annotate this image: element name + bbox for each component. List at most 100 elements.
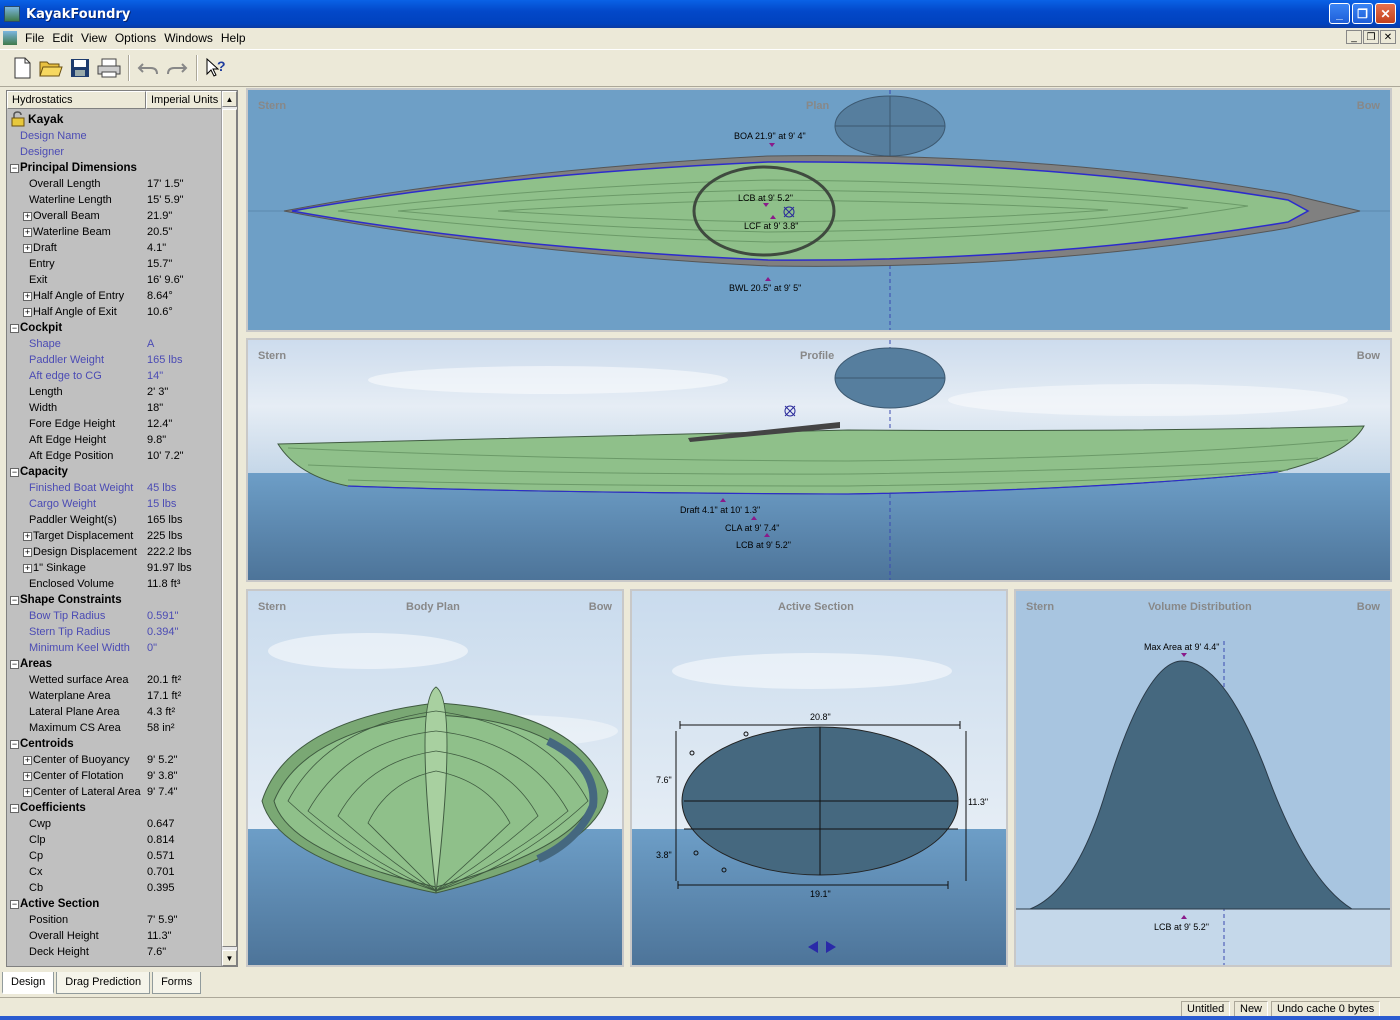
tree-root-label[interactable]: Kayak [28,111,63,127]
property-value[interactable]: 8.64° [147,288,173,304]
property-value[interactable]: A [147,336,154,352]
property-row[interactable]: Fore Edge Height 12.4" [7,416,223,432]
property-row[interactable]: + Overall Beam 21.9" [7,208,223,224]
property-value[interactable]: 7' 5.9" [147,912,177,928]
tab-design[interactable]: Design [2,972,55,994]
menu-help[interactable]: Help [217,31,250,45]
property-value[interactable]: 21.9" [147,208,172,224]
expand-icon[interactable]: + [23,212,32,221]
property-row[interactable]: Overall Height 11.3" [7,928,223,944]
volume-distribution-view[interactable]: Stern Volume Distribution Bow Max Area a… [1014,589,1392,967]
collapse-icon[interactable]: − [10,900,19,909]
active-section-view[interactable]: Active Section 20.8" 19.1" 11.3" 7.6" 3.… [630,589,1008,967]
collapse-icon[interactable]: − [10,164,19,173]
property-value[interactable]: 12.4" [147,416,172,432]
property-row[interactable]: Exit 16' 9.6" [7,272,223,288]
expand-icon[interactable]: + [23,564,32,573]
property-row[interactable]: Designer [7,144,223,160]
property-row[interactable]: Stern Tip Radius 0.394" [7,624,223,640]
category-row[interactable]: − Coefficients [7,800,223,816]
expand-icon[interactable]: + [23,772,32,781]
collapse-icon[interactable]: − [10,804,19,813]
print-button[interactable] [95,54,123,82]
property-row[interactable]: Aft Edge Height 9.8" [7,432,223,448]
property-value[interactable]: 9' 5.2" [147,752,177,768]
property-value[interactable]: 10.6° [147,304,173,320]
hydrostatics-header[interactable]: Hydrostatics [7,91,146,109]
body-plan-view[interactable]: Stern Body Plan Bow [246,589,624,967]
category-row[interactable]: − Centroids [7,736,223,752]
property-row[interactable]: Deck Height 7.6" [7,944,223,960]
property-value[interactable]: 0.394" [147,624,178,640]
category-row[interactable]: − Active Section [7,896,223,912]
property-row[interactable]: Cargo Weight 15 lbs [7,496,223,512]
plan-view[interactable]: Stern Plan Bow BOA 21.9" at 9' 4" LCB at… [246,88,1392,332]
expand-icon[interactable]: + [23,292,32,301]
property-row[interactable]: Minimum Keel Width 0" [7,640,223,656]
property-value[interactable]: 58 in² [147,720,175,736]
property-value[interactable]: 0.814 [147,832,175,848]
property-value[interactable]: 0.591" [147,608,178,624]
property-value[interactable]: 20.1 ft² [147,672,181,688]
mdi-close-button[interactable]: ✕ [1380,30,1396,44]
undo-button[interactable] [134,54,162,82]
collapse-icon[interactable]: − [10,740,19,749]
document-icon[interactable] [3,31,17,45]
property-row[interactable]: Maximum CS Area 58 in² [7,720,223,736]
property-row[interactable]: + Waterline Beam 20.5" [7,224,223,240]
property-value[interactable]: 0.395 [147,880,175,896]
new-file-button[interactable] [8,54,36,82]
property-row[interactable]: Cx 0.701 [7,864,223,880]
property-value[interactable]: 9' 3.8" [147,768,177,784]
property-value[interactable]: 15.7" [147,256,172,272]
expand-icon[interactable]: + [23,548,32,557]
property-value[interactable]: 7.6" [147,944,166,960]
property-row[interactable]: Paddler Weight 165 lbs [7,352,223,368]
scroll-up-icon[interactable]: ▲ [222,91,237,107]
property-row[interactable]: Cb 0.395 [7,880,223,896]
property-value[interactable]: 10' 7.2" [147,448,184,464]
menu-view[interactable]: View [77,31,111,45]
property-row[interactable]: + Target Displacement 225 lbs [7,528,223,544]
menu-windows[interactable]: Windows [160,31,217,45]
property-row[interactable]: Paddler Weight(s) 165 lbs [7,512,223,528]
property-value[interactable]: 9.8" [147,432,166,448]
expand-icon[interactable]: + [23,756,32,765]
property-row[interactable]: Position 7' 5.9" [7,912,223,928]
profile-view[interactable]: Stern Profile Bow Draft 4.1" at 10' 1.3"… [246,338,1392,582]
scroll-thumb[interactable] [222,109,237,947]
property-value[interactable]: 0.647 [147,816,175,832]
property-value[interactable]: 17' 1.5" [147,176,184,192]
property-row[interactable]: Shape A [7,336,223,352]
property-value[interactable]: 14" [147,368,163,384]
property-row[interactable]: Design Name [7,128,223,144]
property-row[interactable]: Waterline Length 15' 5.9" [7,192,223,208]
property-value[interactable]: 165 lbs [147,512,182,528]
property-value[interactable]: 11.8 ft³ [147,576,180,592]
property-value[interactable]: 4.3 ft² [147,704,175,720]
redo-button[interactable] [163,54,191,82]
category-row[interactable]: − Principal Dimensions [7,160,223,176]
property-row[interactable]: Cp 0.571 [7,848,223,864]
menu-options[interactable]: Options [111,31,160,45]
property-value[interactable]: 16' 9.6" [147,272,184,288]
menu-edit[interactable]: Edit [48,31,77,45]
property-value[interactable]: 225 lbs [147,528,182,544]
category-row[interactable]: − Cockpit [7,320,223,336]
property-value[interactable]: 0.701 [147,864,175,880]
property-row[interactable]: Waterplane Area 17.1 ft² [7,688,223,704]
property-value[interactable]: 17.1 ft² [147,688,181,704]
mdi-restore-button[interactable]: ❐ [1363,30,1379,44]
tab-drag-prediction[interactable]: Drag Prediction [56,972,151,994]
save-button[interactable] [66,54,94,82]
collapse-icon[interactable]: − [10,660,19,669]
property-row[interactable]: Lateral Plane Area 4.3 ft² [7,704,223,720]
property-row[interactable]: + Half Angle of Entry 8.64° [7,288,223,304]
collapse-icon[interactable]: − [10,468,19,477]
minimize-button[interactable]: _ [1329,3,1350,24]
property-row[interactable]: Aft Edge Position 10' 7.2" [7,448,223,464]
property-row[interactable]: + Draft 4.1" [7,240,223,256]
property-row[interactable]: + Center of Buoyancy 9' 5.2" [7,752,223,768]
maximize-button[interactable]: ❐ [1352,3,1373,24]
close-button[interactable]: ✕ [1375,3,1396,24]
